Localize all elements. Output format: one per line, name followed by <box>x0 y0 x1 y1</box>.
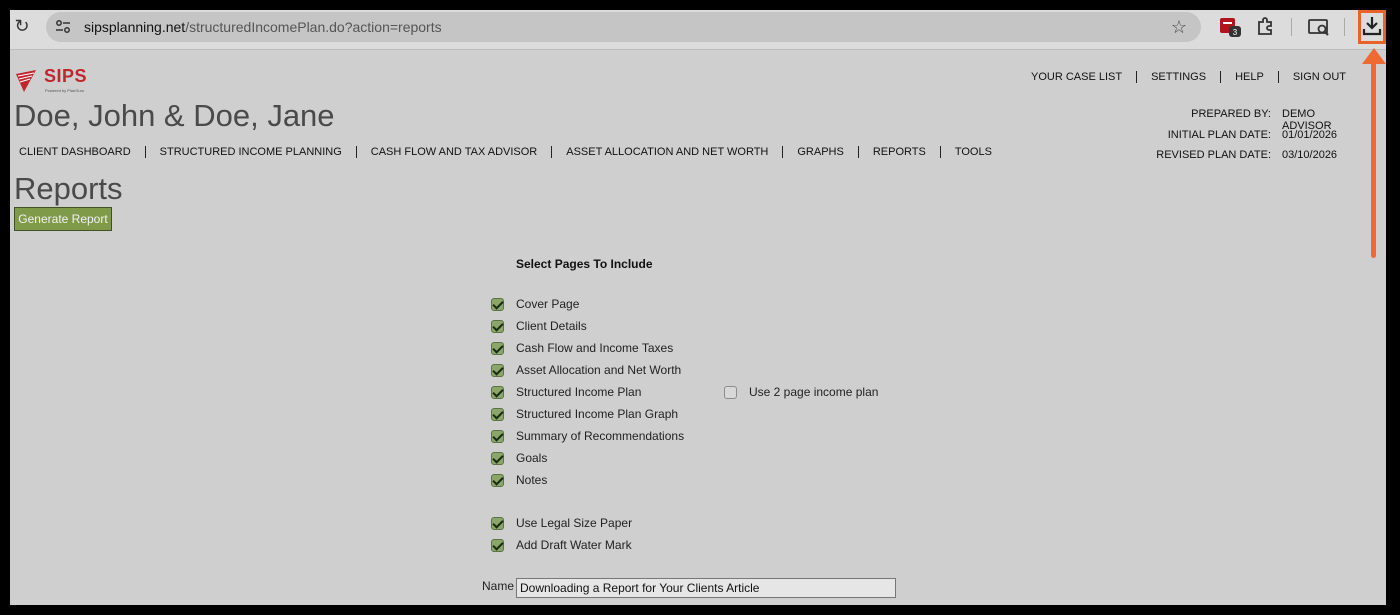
name-label: Name <box>482 579 515 593</box>
url-host: sipsplanning.net <box>84 19 186 35</box>
tab-search-icon[interactable] <box>1307 15 1331 39</box>
extensions-puzzle-icon[interactable] <box>1254 15 1278 39</box>
nav-graphs[interactable]: GRAPHS <box>782 146 857 158</box>
option-label: Summary of Recommendations <box>516 429 685 443</box>
option-label: Cover Page <box>516 297 580 311</box>
logo-mark-icon <box>16 70 36 92</box>
client-name: Doe, John & Doe, Jane <box>14 98 335 133</box>
nav-client-dashboard[interactable]: CLIENT DASHBOARD <box>19 146 145 158</box>
page-title: Reports <box>14 171 123 206</box>
option-structured-income-plan[interactable]: Structured Income Plan <box>491 383 641 401</box>
checkbox[interactable] <box>491 341 504 355</box>
option-asset-allocation[interactable]: Asset Allocation and Net Worth <box>491 361 681 379</box>
checkbox[interactable] <box>491 451 504 465</box>
option-label: Notes <box>516 473 548 487</box>
plan-value: 03/10/2026 <box>1282 149 1338 161</box>
checkbox[interactable] <box>491 385 504 399</box>
plan-value: DEMO ADVISOR <box>1282 108 1332 132</box>
nav-sign-out[interactable]: SIGN OUT <box>1277 71 1360 83</box>
option-label: Use 2 page income plan <box>749 385 879 399</box>
url-text[interactable]: sipsplanning.net/structuredIncomePlan.do… <box>84 19 442 35</box>
plan-label: PREPARED BY: <box>1191 108 1271 120</box>
plan-row-initial-date: INITIAL PLAN DATE: 01/01/2026 <box>1156 129 1358 150</box>
option-client-details[interactable]: Client Details <box>491 317 587 335</box>
option-label: Cash Flow and Income Taxes <box>516 341 674 355</box>
option-label: Use Legal Size Paper <box>516 516 633 530</box>
option-label: Add Draft Water Mark <box>516 538 632 552</box>
option-two-page-income-plan[interactable]: Use 2 page income plan <box>724 383 878 401</box>
nav-asset-allocation-net-worth[interactable]: ASSET ALLOCATION AND NET WORTH <box>551 146 782 158</box>
extension-badge: 3 <box>1233 28 1238 37</box>
checkbox[interactable] <box>491 319 504 333</box>
checkbox[interactable] <box>491 473 504 487</box>
option-notes[interactable]: Notes <box>491 471 547 489</box>
option-label: Asset Allocation and Net Worth <box>516 363 682 377</box>
checkbox[interactable] <box>491 516 504 530</box>
logo-text: SIPS <box>44 66 88 86</box>
option-cover-page[interactable]: Cover Page <box>491 295 579 313</box>
plan-row-prepared-by: PREPARED BY: DEMO ADVISOR <box>1156 108 1358 132</box>
option-legal-size-paper[interactable]: Use Legal Size Paper <box>491 514 632 532</box>
logo-subtext: Powered by PlanGuru <box>45 88 85 93</box>
option-label: Goals <box>516 451 548 465</box>
nav-settings[interactable]: SETTINGS <box>1136 71 1220 83</box>
browser-window: ↻ sipsplanning.net/structuredIncomePlan.… <box>10 10 1386 605</box>
nav-help[interactable]: HELP <box>1220 71 1278 83</box>
checkbox[interactable] <box>491 407 504 421</box>
site-settings-icon[interactable] <box>54 18 72 36</box>
nav-cash-flow-tax-advisor[interactable]: CASH FLOW AND TAX ADVISOR <box>355 146 551 158</box>
browser-toolbar: ↻ sipsplanning.net/structuredIncomePlan.… <box>10 10 1386 50</box>
option-label: Structured Income Plan Graph <box>516 407 679 421</box>
toolbar-divider <box>1291 18 1292 36</box>
toolbar-divider <box>1344 18 1345 36</box>
nav-reports[interactable]: REPORTS <box>857 146 940 158</box>
plan-label: INITIAL PLAN DATE: <box>1167 128 1271 141</box>
download-highlight-box <box>1358 10 1386 44</box>
option-goals[interactable]: Goals <box>491 449 547 467</box>
main-nav: CLIENT DASHBOARD STRUCTURED INCOME PLANN… <box>19 146 1006 158</box>
checkbox[interactable] <box>491 538 504 552</box>
nav-structured-income-planning[interactable]: STRUCTURED INCOME PLANNING <box>144 146 356 158</box>
url-path: /structuredIncomePlan.do?action=reports <box>185 19 442 35</box>
sips-logo[interactable]: SIPS Powered by PlanGuru <box>14 66 87 99</box>
plan-info: PREPARED BY: DEMO ADVISOR INITIAL PLAN D… <box>1156 108 1358 170</box>
option-structured-income-plan-graph[interactable]: Structured Income Plan Graph <box>491 405 678 423</box>
option-summary-recommendations[interactable]: Summary of Recommendations <box>491 427 684 445</box>
checkbox[interactable] <box>724 385 737 399</box>
nav-tools[interactable]: TOOLS <box>939 146 1006 158</box>
checkbox[interactable] <box>491 429 504 443</box>
checkbox[interactable] <box>491 297 504 311</box>
report-name-input[interactable] <box>516 578 896 598</box>
reload-icon[interactable]: ↻ <box>12 16 32 36</box>
plan-label: REVISED PLAN DATE: <box>1156 149 1271 161</box>
bookmark-star-icon[interactable]: ☆ <box>1171 17 1187 38</box>
top-nav: YOUR CASE LIST SETTINGS HELP SIGN OUT <box>1017 71 1360 83</box>
generate-report-button[interactable]: Generate Report <box>14 207 112 231</box>
extension-icon[interactable]: 3 <box>1218 15 1242 39</box>
annotation-arrow-line <box>1371 58 1376 258</box>
option-draft-water-mark[interactable]: Add Draft Water Mark <box>491 536 632 554</box>
section-heading: Select Pages To Include <box>516 257 653 271</box>
address-bar[interactable]: sipsplanning.net/structuredIncomePlan.do… <box>46 12 1201 42</box>
plan-row-revised-date: REVISED PLAN DATE: 03/10/2026 <box>1156 149 1358 170</box>
option-label: Structured Income Plan <box>516 385 642 399</box>
nav-your-case-list[interactable]: YOUR CASE LIST <box>1017 71 1136 83</box>
checkbox[interactable] <box>491 363 504 377</box>
option-label: Client Details <box>516 319 587 333</box>
plan-value: 01/01/2026 <box>1282 128 1338 141</box>
option-cash-flow[interactable]: Cash Flow and Income Taxes <box>491 339 673 357</box>
